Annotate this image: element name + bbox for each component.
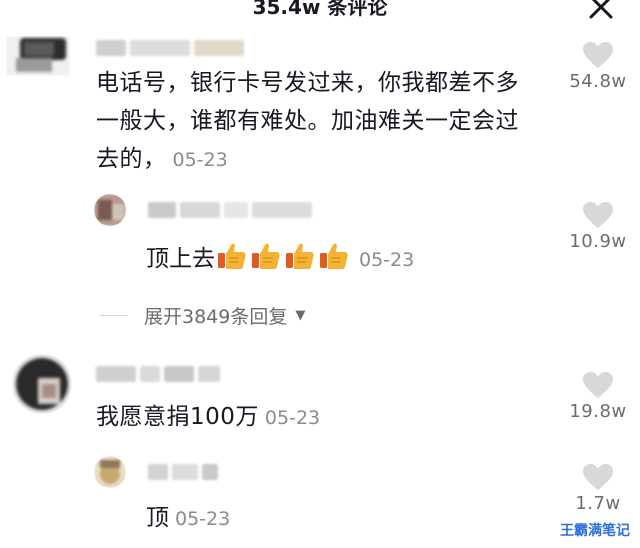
divider-line (100, 314, 128, 316)
comment-count-title: 35.4w 条评论 (252, 0, 388, 19)
like-count: 1.7w (575, 493, 621, 514)
comment-text: 电话号，银行卡号发过来，你我都差不多一般大，谁都有难处。加油难关一定会过去的， 0… (96, 64, 536, 179)
expand-replies-label: 展开3849条回复 (144, 305, 288, 328)
thumbs-up-icon (218, 243, 246, 269)
comment-date: 05-23 (172, 149, 228, 171)
thumbs-up-icon (320, 243, 348, 269)
username-blurred[interactable] (96, 40, 248, 56)
heart-icon (583, 464, 613, 490)
heart-icon (583, 202, 613, 228)
heart-icon (583, 42, 613, 68)
avatar[interactable] (6, 36, 70, 76)
comment-body: 我愿意捐100万 (96, 404, 259, 430)
avatar[interactable] (94, 194, 126, 226)
reply-text: 顶上去 05-23 (146, 242, 414, 275)
thumbs-up-emojis (217, 243, 353, 272)
reply-body: 顶上去 (146, 246, 215, 272)
like-button[interactable]: 19.8w (558, 372, 638, 422)
username-blurred[interactable] (96, 366, 224, 382)
username-blurred[interactable] (148, 464, 222, 480)
chevron-down-icon: ▼ (295, 307, 306, 323)
like-button[interactable]: 10.9w (558, 202, 638, 252)
comment-date: 05-23 (264, 407, 321, 429)
like-button[interactable]: 1.7w (558, 464, 638, 514)
reply-text: 顶 05-23 (146, 503, 230, 534)
reply-body: 顶 (146, 505, 169, 531)
close-icon[interactable] (588, 0, 614, 20)
thumbs-up-icon (252, 243, 280, 269)
like-count: 54.8w (569, 71, 627, 92)
reply-date: 05-23 (359, 249, 415, 271)
heart-icon (583, 372, 613, 398)
like-button[interactable]: 54.8w (558, 42, 638, 92)
avatar[interactable] (94, 456, 126, 488)
avatar[interactable] (12, 354, 72, 414)
comment-body: 电话号，银行卡号发过来，你我都差不多一般大，谁都有难处。加油难关一定会过去的， (96, 70, 519, 172)
expand-replies-button[interactable]: 展开3849条回复 ▼ (100, 300, 305, 330)
thumbs-up-icon (286, 243, 314, 269)
comments-header: 35.4w 条评论 (0, 0, 640, 22)
like-count: 10.9w (569, 231, 627, 252)
like-count: 19.8w (569, 401, 627, 422)
comment-text: 我愿意捐100万 05-23 (96, 398, 536, 437)
username-blurred[interactable] (148, 202, 316, 218)
watermark: 王霸满笔记 (560, 523, 630, 539)
reply-date: 05-23 (175, 508, 231, 530)
